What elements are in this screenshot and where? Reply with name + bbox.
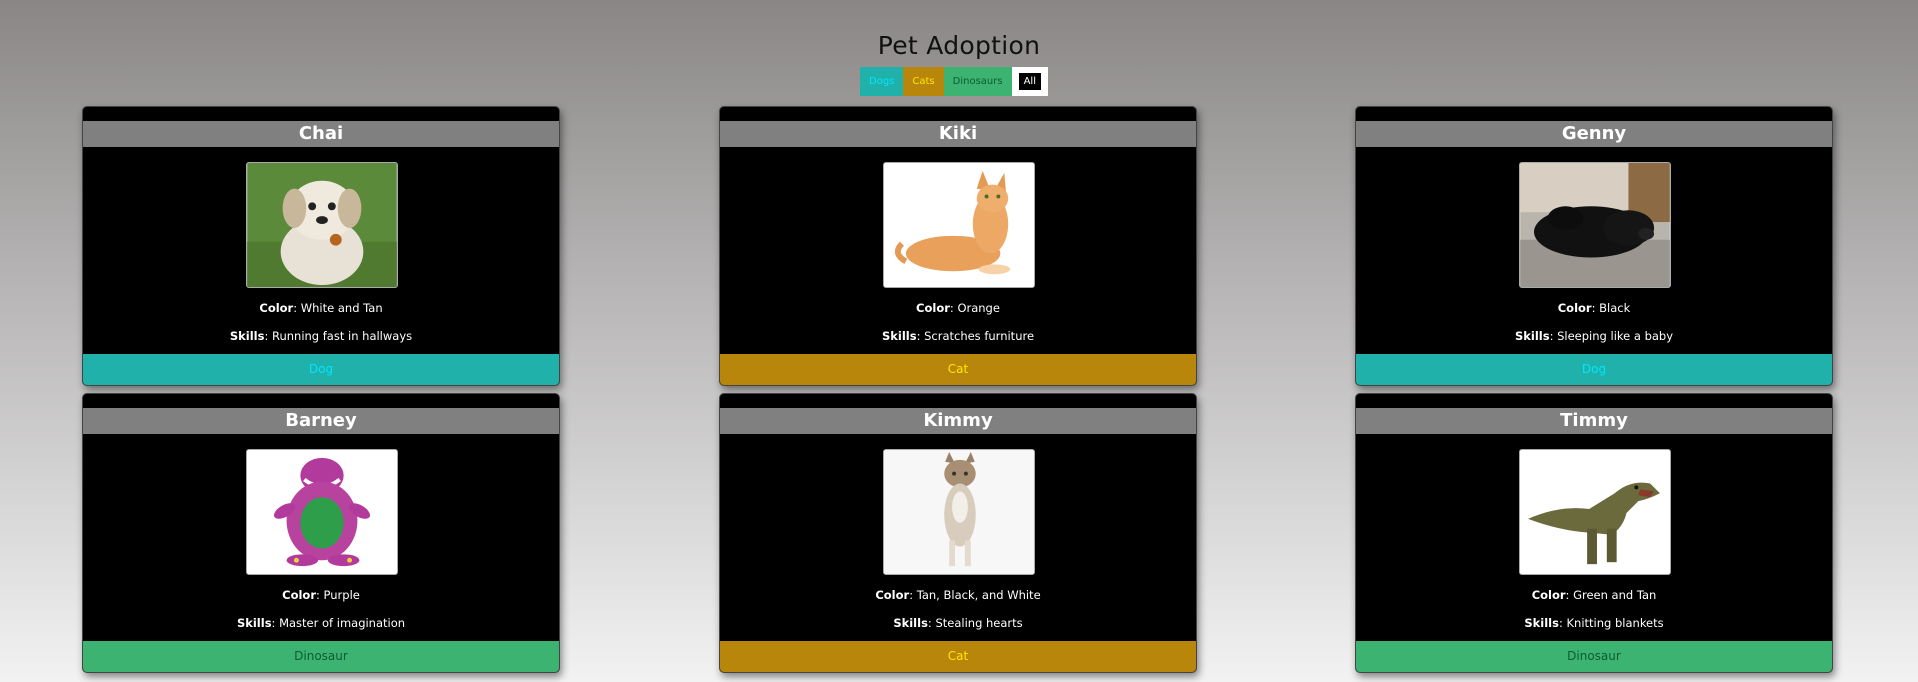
color-label: Color bbox=[916, 301, 950, 315]
cat-photo-icon bbox=[883, 449, 1035, 575]
skills-label: Skills bbox=[1524, 616, 1559, 630]
pet-color: Tan, Black, and White bbox=[916, 588, 1041, 602]
filter-all-label: All bbox=[1018, 73, 1041, 90]
pet-skills: Scratches furniture bbox=[924, 329, 1035, 343]
pet-skills: Running fast in hallways bbox=[271, 329, 413, 343]
filter-bar: Dogs Cats Dinosaurs All bbox=[860, 67, 1048, 96]
pet-card: Kimmy Color: Tan, Black, and White Skill… bbox=[719, 393, 1197, 673]
dinosaur-photo-icon bbox=[246, 449, 398, 575]
color-label: Color bbox=[259, 301, 294, 315]
pet-type-badge: Cat bbox=[720, 354, 1196, 385]
pet-type-badge: Cat bbox=[720, 641, 1196, 672]
pet-skills: Master of imagination bbox=[279, 616, 406, 630]
pet-card: Genny Color: Black Skills: Sleeping like… bbox=[1355, 106, 1833, 386]
filter-dinosaurs-button[interactable]: Dinosaurs bbox=[943, 67, 1012, 96]
pet-color: Green and Tan bbox=[1573, 588, 1657, 602]
pet-name: Chai bbox=[83, 121, 559, 147]
page-title: Pet Adoption bbox=[877, 30, 1041, 60]
pet-type-badge: Dinosaur bbox=[1356, 641, 1832, 672]
pet-skills: Sleeping like a baby bbox=[1557, 329, 1674, 343]
dog-photo-icon bbox=[246, 162, 398, 288]
pet-card: Kiki Color: Orange Skills: Scratches fur… bbox=[719, 106, 1197, 386]
pet-name: Timmy bbox=[1356, 408, 1832, 434]
skills-label: Skills bbox=[229, 329, 265, 343]
pet-color: Purple bbox=[323, 588, 360, 602]
pet-color: Black bbox=[1599, 301, 1631, 315]
pet-card: Barney Color: Purple Skills: Master of i… bbox=[82, 393, 560, 673]
skills-label: Skills bbox=[893, 616, 928, 630]
color-label: Color bbox=[282, 588, 316, 602]
skills-label: Skills bbox=[881, 329, 917, 343]
pet-color: Orange bbox=[957, 301, 1000, 315]
pet-name: Kimmy bbox=[720, 408, 1196, 434]
dog-photo-icon bbox=[1519, 162, 1671, 288]
color-label: Color bbox=[1531, 588, 1566, 602]
filter-all-button[interactable]: All bbox=[1011, 67, 1048, 96]
pet-color: White and Tan bbox=[300, 301, 383, 315]
pet-type-badge: Dinosaur bbox=[83, 641, 559, 672]
pet-name: Genny bbox=[1356, 121, 1832, 147]
pet-card: Timmy Color: Green and Tan Skills: Knitt… bbox=[1355, 393, 1833, 673]
skills-label: Skills bbox=[236, 616, 272, 630]
color-label: Color bbox=[875, 588, 910, 602]
pet-type-badge: Dog bbox=[83, 354, 559, 385]
pet-type-badge: Dog bbox=[1356, 354, 1832, 385]
color-label: Color bbox=[1557, 301, 1592, 315]
pet-skills: Knitting blankets bbox=[1566, 616, 1664, 630]
pet-skills: Stealing hearts bbox=[935, 616, 1023, 630]
skills-label: Skills bbox=[1514, 329, 1550, 343]
filter-dogs-button[interactable]: Dogs bbox=[860, 67, 904, 96]
dinosaur-photo-icon bbox=[1519, 449, 1671, 575]
pet-name: Kiki bbox=[720, 121, 1196, 147]
cat-photo-icon bbox=[883, 162, 1035, 288]
filter-cats-button[interactable]: Cats bbox=[903, 67, 944, 96]
pet-name: Barney bbox=[83, 408, 559, 434]
pet-card: Chai Color: White and Tan Skills: Runnin… bbox=[82, 106, 560, 386]
